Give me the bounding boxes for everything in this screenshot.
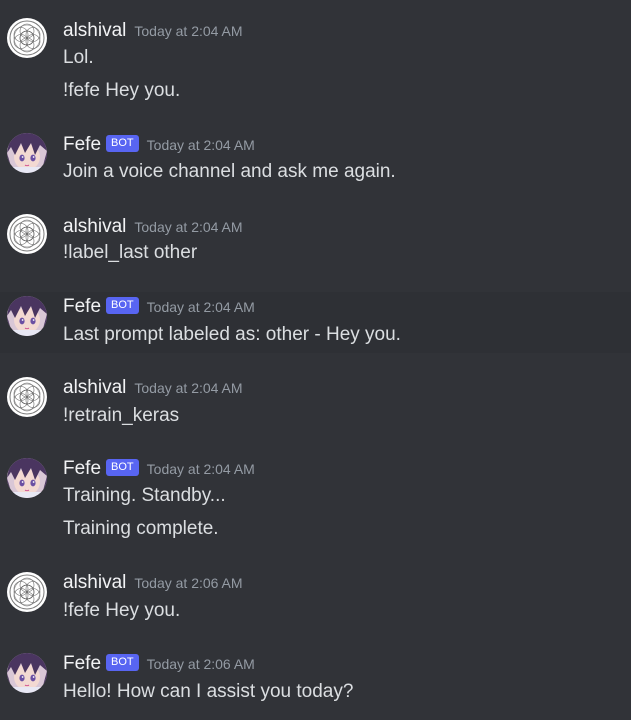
bot-tag: BOT — [106, 653, 139, 671]
message-group: Fefe BOT Today at 2:06 AM Hello! How can I… — [0, 650, 631, 720]
timestamp[interactable]: Today at 2:04 AM — [134, 219, 242, 235]
fefe-avatar-icon[interactable] — [7, 133, 47, 173]
timestamp[interactable]: Today at 2:04 AM — [134, 380, 242, 396]
username[interactable]: Fefe — [63, 653, 101, 674]
message-text: Training complete. — [63, 518, 219, 539]
chat-messages: alshival Today at 2:04 AM Lol. !fefe Hey … — [0, 0, 631, 720]
timestamp[interactable]: Today at 2:04 AM — [134, 23, 242, 39]
message-text: !fefe Hey you. — [63, 600, 181, 621]
alshival-avatar-icon[interactable] — [7, 377, 47, 417]
timestamp[interactable]: Today at 2:04 AM — [147, 299, 255, 315]
timestamp[interactable]: Today at 2:06 AM — [134, 575, 242, 591]
bot-tag: BOT — [106, 458, 139, 476]
username[interactable]: alshival — [63, 216, 126, 237]
bot-tag: BOT — [106, 296, 139, 314]
message-text: Lol. — [63, 47, 94, 68]
message-header: alshival Today at 2:06 AM — [63, 572, 243, 596]
timestamp[interactable]: Today at 2:04 AM — [147, 461, 255, 477]
message-header: alshival Today at 2:04 AM — [63, 216, 243, 240]
username[interactable]: alshival — [63, 20, 126, 41]
username[interactable]: Fefe — [63, 458, 101, 479]
message-group: Fefe BOT Today at 2:04 AM Last prompt labe… — [0, 292, 631, 353]
message-header: Fefe BOT Today at 2:04 AM — [63, 296, 255, 320]
message-text: !label_last other — [63, 242, 198, 263]
message-group: Fefe BOT Today at 2:04 AM Training. Standb… — [0, 455, 631, 568]
message-text: !fefe Hey you. — [63, 80, 181, 101]
username[interactable]: Fefe — [63, 296, 101, 317]
username[interactable]: Fefe — [63, 134, 101, 155]
alshival-avatar-icon[interactable] — [7, 572, 47, 612]
message-group: Fefe BOT Today at 2:04 AM Join a voice cha… — [0, 112, 631, 194]
fefe-avatar-icon[interactable] — [7, 653, 47, 693]
message-text: Join a voice channel and ask me again. — [63, 161, 396, 182]
alshival-avatar-icon[interactable] — [7, 18, 47, 58]
username[interactable]: alshival — [63, 377, 126, 398]
message-text: Hello! How can I assist you today? — [63, 681, 354, 702]
username[interactable]: alshival — [63, 572, 126, 593]
message-header: alshival Today at 2:04 AM — [63, 20, 243, 44]
fefe-avatar-icon[interactable] — [7, 296, 47, 336]
timestamp[interactable]: Today at 2:04 AM — [147, 137, 255, 153]
fefe-avatar-icon[interactable] — [7, 458, 47, 498]
alshival-avatar-icon[interactable] — [7, 214, 47, 254]
message-group: alshival Today at 2:06 AM !fefe Hey you. — [0, 568, 631, 650]
message-header: Fefe BOT Today at 2:04 AM — [63, 134, 255, 158]
message-group: alshival Today at 2:04 AM !label_last oth… — [0, 194, 631, 292]
message-text: Last prompt labeled as: other - Hey you. — [63, 324, 401, 345]
bot-tag: BOT — [106, 134, 139, 152]
message-header: alshival Today at 2:04 AM — [63, 377, 243, 401]
message-group: alshival Today at 2:04 AM Lol. !fefe Hey … — [0, 0, 631, 112]
message-text: Training. Standby... — [63, 485, 226, 506]
timestamp[interactable]: Today at 2:06 AM — [147, 656, 255, 672]
message-header: Fefe BOT Today at 2:06 AM — [63, 653, 255, 677]
message-group: alshival Today at 2:04 AM !retrain_keras — [0, 353, 631, 455]
message-header: Fefe BOT Today at 2:04 AM — [63, 458, 255, 482]
message-text: !retrain_keras — [63, 405, 180, 426]
